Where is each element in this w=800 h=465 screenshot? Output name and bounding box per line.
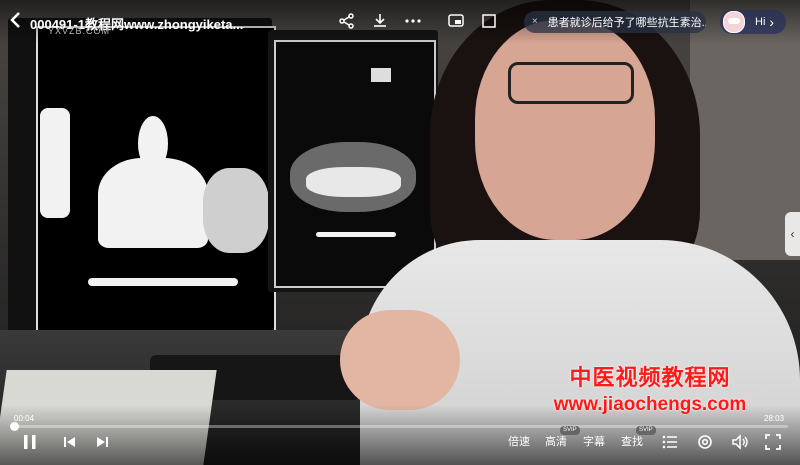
- assistant-avatar-icon: [723, 11, 745, 33]
- danmaku-bubble[interactable]: × 患者就诊后给予了哪些抗生素治...: [524, 11, 706, 33]
- search-svip-badge: SVIP: [636, 426, 656, 435]
- assistant-label: Hi: [755, 16, 766, 28]
- total-time: 28:03: [764, 414, 785, 423]
- ct-scan-left: [36, 26, 276, 342]
- playlist-icon[interactable]: [660, 432, 680, 458]
- danmaku-text: 患者就诊后给予了哪些抗生素治...: [547, 17, 706, 29]
- top-bar: 000491-1教程网www.zhongyiketa... YXVZB.COM …: [0, 0, 800, 44]
- current-time: 00:04: [14, 414, 35, 423]
- prev-icon[interactable]: [60, 432, 80, 458]
- back-icon[interactable]: [6, 10, 26, 30]
- video-frame[interactable]: 中医视频教程网 www.jiaochengs.com: [0, 0, 800, 465]
- pause-icon[interactable]: [20, 432, 40, 458]
- fullscreen-icon[interactable]: [763, 432, 783, 458]
- more-icon[interactable]: [404, 12, 422, 30]
- assistant-button[interactable]: Hi ›: [720, 10, 786, 34]
- pip-icon[interactable]: [480, 12, 498, 30]
- left-monitor: [8, 18, 276, 348]
- bottom-control-bar: [0, 405, 800, 465]
- quality-button[interactable]: 高清: [545, 432, 567, 452]
- cast-icon[interactable]: [447, 12, 465, 30]
- volume-icon[interactable]: [730, 432, 750, 458]
- side-panel-handle[interactable]: ‹: [785, 212, 800, 256]
- progress-bar[interactable]: [9, 422, 788, 431]
- danmaku-close-button[interactable]: ×: [528, 15, 542, 29]
- settings-icon[interactable]: [695, 432, 715, 458]
- glasses: [508, 62, 634, 104]
- speed-button[interactable]: 倍速: [508, 432, 530, 452]
- next-icon[interactable]: [92, 432, 112, 458]
- download-icon[interactable]: [371, 12, 389, 30]
- chevron-right-icon: ›: [769, 14, 775, 30]
- search-button[interactable]: 查找: [621, 432, 643, 452]
- subtitle-button[interactable]: 字幕: [583, 432, 605, 452]
- watermark-title: 中医视频教程网: [569, 365, 731, 390]
- source-watermark: YXVZB.COM: [48, 26, 111, 36]
- quality-svip-badge: SVIP: [560, 426, 580, 435]
- progress-thumb[interactable]: [9, 422, 19, 431]
- share-icon[interactable]: [338, 12, 356, 30]
